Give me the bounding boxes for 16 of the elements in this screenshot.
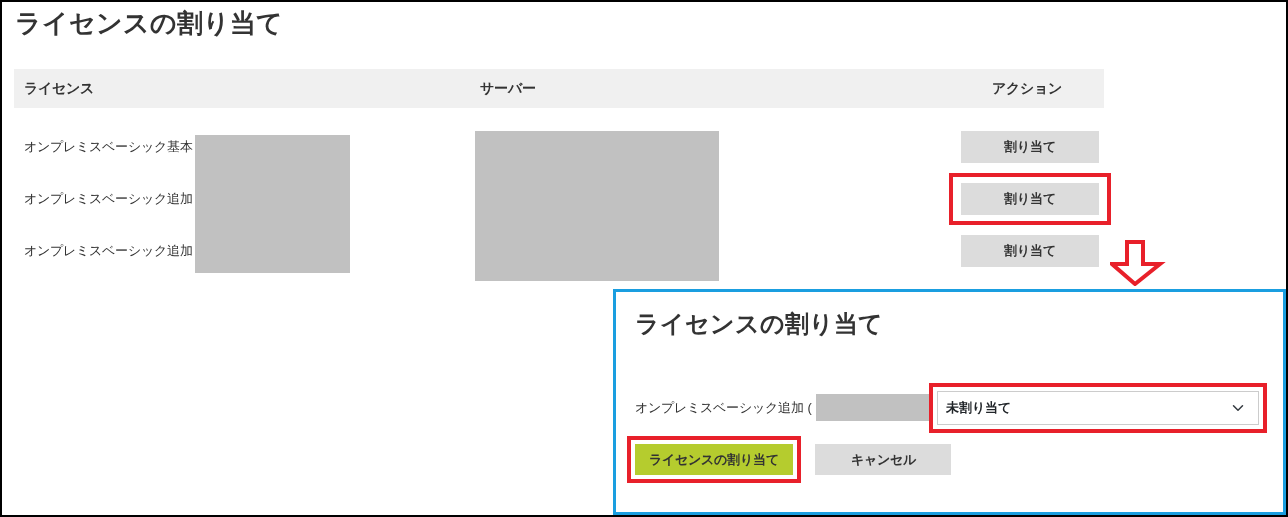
license-name: オンプレミスベーシック基本 [23, 138, 194, 157]
column-header: アクション [991, 79, 1063, 99]
page-title: ライセンスの割り当て [15, 8, 284, 40]
down-arrow [1110, 240, 1166, 286]
license-label: オンプレミスベーシック追加 ( [635, 399, 812, 418]
column-header: ライセンス [23, 79, 95, 99]
assign-button[interactable]: 割り当て [961, 235, 1099, 268]
server-select[interactable]: 未割り当て [937, 390, 1259, 425]
cancel-button[interactable]: キャンセル [815, 443, 951, 475]
assign-button[interactable]: 割り当て [961, 131, 1099, 164]
license-name: オンプレミスベーシック追加 [23, 190, 194, 209]
assign-license-button[interactable]: ライセンスの割り当て [635, 443, 793, 475]
license-name: オンプレミスベーシック追加 [23, 242, 194, 261]
assign-button[interactable]: 割り当て [961, 183, 1099, 216]
column-header: サーバー [480, 79, 537, 99]
dialog-title: ライセンスの割り当て [635, 310, 884, 339]
